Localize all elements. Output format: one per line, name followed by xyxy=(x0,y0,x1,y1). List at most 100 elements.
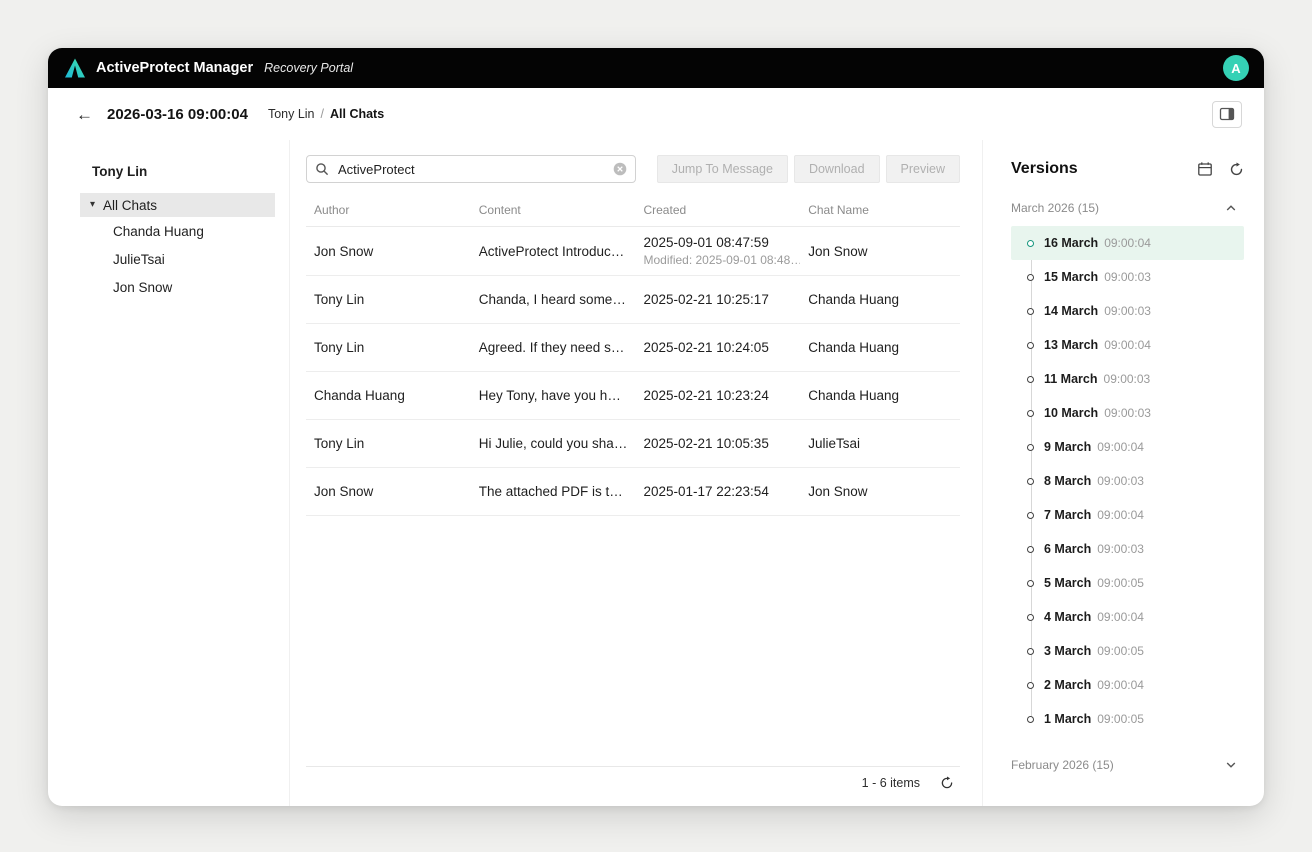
version-dot-icon xyxy=(1027,478,1034,485)
version-item[interactable]: 3 March 09:00:05 xyxy=(1011,634,1244,668)
version-item[interactable]: 13 March 09:00:04 xyxy=(1011,328,1244,362)
cell-created: 2025-01-17 22:23:54 xyxy=(635,476,800,507)
table-row[interactable]: Jon Snow The attached PDF is the … 2025-… xyxy=(306,468,960,516)
version-time: 09:00:05 xyxy=(1097,712,1144,726)
action-buttons: Jump To Message Download Preview xyxy=(657,155,960,183)
cell-chat-name: Chanda Huang xyxy=(800,380,960,411)
version-dot-icon xyxy=(1027,682,1034,689)
column-header-created: Created xyxy=(635,197,800,226)
side-panel-toggle-button[interactable] xyxy=(1212,101,1242,128)
table-row[interactable]: Chanda Huang Hey Tony, have you had … 20… xyxy=(306,372,960,420)
refresh-versions-icon[interactable] xyxy=(1229,162,1244,177)
refresh-list-icon[interactable] xyxy=(940,776,954,790)
version-time: 09:00:03 xyxy=(1104,304,1151,318)
version-dot-icon xyxy=(1027,342,1034,349)
version-item[interactable]: 8 March 09:00:03 xyxy=(1011,464,1244,498)
version-time: 09:00:04 xyxy=(1104,236,1151,250)
table-row[interactable]: Tony Lin Chanda, I heard some te… 2025-0… xyxy=(306,276,960,324)
cell-content: Chanda, I heard some te… xyxy=(471,284,636,315)
jump-to-message-button[interactable]: Jump To Message xyxy=(657,155,788,183)
cell-chat-name: Chanda Huang xyxy=(800,284,960,315)
version-day: 2 March xyxy=(1044,678,1091,692)
app-header: ActiveProtect Manager Recovery Portal A xyxy=(48,48,1264,88)
versions-panel: Versions xyxy=(982,140,1264,806)
version-item[interactable]: 5 March 09:00:05 xyxy=(1011,566,1244,600)
cell-chat-name: JulieTsai xyxy=(800,428,960,459)
month-group-march[interactable]: March 2026 (15) xyxy=(1011,196,1244,220)
version-dot-icon xyxy=(1027,614,1034,621)
column-header-author: Author xyxy=(306,197,471,226)
app-subtitle: Recovery Portal xyxy=(264,61,353,75)
cell-author: Jon Snow xyxy=(306,476,471,507)
version-day: 15 March xyxy=(1044,270,1098,284)
search-input[interactable] xyxy=(336,161,606,178)
versions-title: Versions xyxy=(1011,160,1078,178)
version-item[interactable]: 15 March 09:00:03 xyxy=(1011,260,1244,294)
cell-content: ActiveProtect Introducti… xyxy=(471,236,636,267)
version-item[interactable]: 9 March 09:00:04 xyxy=(1011,430,1244,464)
clear-search-icon[interactable] xyxy=(613,162,627,176)
table-row[interactable]: Jon Snow ActiveProtect Introducti… 2025-… xyxy=(306,227,960,276)
calendar-icon[interactable] xyxy=(1197,161,1213,177)
caret-down-icon: ▾ xyxy=(90,200,95,210)
tree-root-label: All Chats xyxy=(103,198,157,213)
panel-toggle-icon xyxy=(1219,106,1235,122)
version-time: 09:00:03 xyxy=(1097,474,1144,488)
version-item[interactable]: 16 March 09:00:04 xyxy=(1011,226,1244,260)
cell-author: Tony Lin xyxy=(306,284,471,315)
chevron-up-icon xyxy=(1224,201,1238,215)
version-dot-icon xyxy=(1027,274,1034,281)
breadcrumb: Tony Lin / All Chats xyxy=(268,107,384,121)
version-dot-icon xyxy=(1027,240,1034,247)
download-button[interactable]: Download xyxy=(794,155,880,183)
month-label: February 2026 (15) xyxy=(1011,758,1114,772)
breadcrumb-bar: ← 2026-03-16 09:00:04 Tony Lin / All Cha… xyxy=(48,88,1264,140)
preview-button[interactable]: Preview xyxy=(886,155,960,183)
version-dot-icon xyxy=(1027,410,1034,417)
version-item[interactable]: 10 March 09:00:03 xyxy=(1011,396,1244,430)
search-box xyxy=(306,155,636,183)
version-time: 09:00:03 xyxy=(1104,270,1151,284)
sidebar-item-chat[interactable]: JulieTsai xyxy=(80,245,275,273)
version-day: 13 March xyxy=(1044,338,1098,352)
version-item[interactable]: 6 March 09:00:03 xyxy=(1011,532,1244,566)
version-dot-icon xyxy=(1027,716,1034,723)
breadcrumb-parent[interactable]: Tony Lin xyxy=(268,107,315,121)
table-row[interactable]: Tony Lin Agreed. If they need som… 2025-… xyxy=(306,324,960,372)
version-time: 09:00:04 xyxy=(1097,678,1144,692)
version-time: 09:00:03 xyxy=(1104,372,1151,386)
version-item[interactable]: 4 March 09:00:04 xyxy=(1011,600,1244,634)
version-dot-icon xyxy=(1027,580,1034,587)
version-item[interactable]: 7 March 09:00:04 xyxy=(1011,498,1244,532)
month-group-february[interactable]: February 2026 (15) xyxy=(1011,748,1244,782)
page-title: 2026-03-16 09:00:04 xyxy=(107,106,248,123)
version-item[interactable]: 1 March 09:00:05 xyxy=(1011,702,1244,736)
modified-timestamp: Modified: 2025-09-01 08:48… xyxy=(643,253,792,267)
version-time: 09:00:04 xyxy=(1097,610,1144,624)
version-day: 1 March xyxy=(1044,712,1091,726)
table-row[interactable]: Tony Lin Hi Julie, could you share … 202… xyxy=(306,420,960,468)
version-item[interactable]: 11 March 09:00:03 xyxy=(1011,362,1244,396)
version-time: 09:00:05 xyxy=(1097,576,1144,590)
sidebar-item-all-chats[interactable]: ▾ All Chats xyxy=(80,193,275,217)
month-label: March 2026 (15) xyxy=(1011,201,1099,215)
cell-created: 2025-02-21 10:24:05 xyxy=(635,332,800,363)
tree-owner-label: Tony Lin xyxy=(80,164,275,179)
version-day: 14 March xyxy=(1044,304,1098,318)
cell-author: Chanda Huang xyxy=(306,380,471,411)
cell-author: Tony Lin xyxy=(306,428,471,459)
version-dot-icon xyxy=(1027,648,1034,655)
version-item[interactable]: 14 March 09:00:03 xyxy=(1011,294,1244,328)
version-time: 09:00:03 xyxy=(1097,542,1144,556)
versions-header: Versions xyxy=(1011,160,1244,178)
version-day: 8 March xyxy=(1044,474,1091,488)
user-avatar[interactable]: A xyxy=(1223,55,1249,81)
version-item[interactable]: 2 March 09:00:04 xyxy=(1011,668,1244,702)
cell-content: Hi Julie, could you share … xyxy=(471,428,636,459)
main-area: Tony Lin ▾ All Chats Chanda Huang JulieT… xyxy=(48,140,1264,806)
version-time: 09:00:04 xyxy=(1104,338,1151,352)
sidebar-item-chat[interactable]: Chanda Huang xyxy=(80,217,275,245)
cell-created: 2025-09-01 08:47:59 Modified: 2025-09-01… xyxy=(635,227,800,275)
back-arrow-icon[interactable]: ← xyxy=(76,106,93,123)
sidebar-item-chat[interactable]: Jon Snow xyxy=(80,273,275,301)
